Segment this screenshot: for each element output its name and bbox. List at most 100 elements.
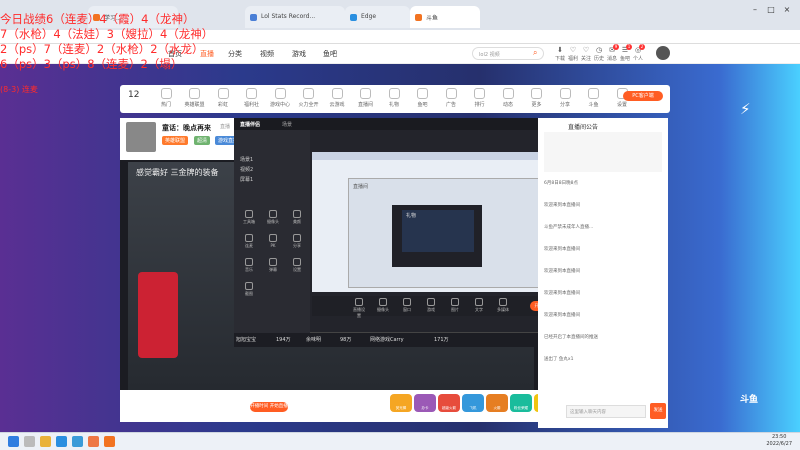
- gift-item[interactable]: 超级火箭: [438, 394, 460, 412]
- overlay-line: 2（ps）7（连麦）2（水枪）2（水龙）: [0, 42, 204, 56]
- download-icon[interactable]: ⬇ 下载: [553, 46, 567, 62]
- app-icon[interactable]: [72, 436, 83, 447]
- overlay-side-menu: 场景1 视频2 屏幕1 工具箱 摄像头 美颜连麦 PK 分享音乐 弹幕 设置截图: [234, 130, 310, 333]
- overlay-line: 今日战绩6（连麦）4（霞）4（龙神）: [0, 12, 195, 26]
- tool-icon: [293, 210, 301, 218]
- overlay-tool[interactable]: 弹幕: [266, 258, 280, 273]
- chat-input[interactable]: 这里输入聊天内容: [566, 405, 646, 418]
- promo-panel[interactable]: [138, 272, 178, 358]
- tool-label: 文字: [475, 307, 483, 312]
- overlay-bottom-tool[interactable]: 直播设置: [352, 298, 366, 319]
- maximize-icon[interactable]: □: [766, 6, 776, 14]
- gift-item[interactable]: 办卡: [414, 394, 436, 412]
- taskbar: 23:50 2022/6/27: [0, 432, 800, 450]
- category-item[interactable]: 直播间: [350, 88, 382, 108]
- chat-message: 欢迎来到本直播间: [544, 313, 580, 318]
- category-item[interactable]: 更多: [521, 88, 553, 108]
- clock: 23:50 2022/6/27: [766, 434, 792, 448]
- category-item[interactable]: 云游戏: [321, 88, 353, 108]
- tool-icon: [245, 234, 253, 242]
- category-item[interactable]: 动态: [492, 88, 524, 108]
- browser-tab-active[interactable]: 斗鱼: [410, 6, 480, 28]
- gift-label: 办卡: [421, 406, 429, 410]
- douyu-icon[interactable]: [104, 436, 115, 447]
- tool-icon: [293, 258, 301, 266]
- nav-yuba[interactable]: 鱼吧: [323, 49, 337, 59]
- search-icon[interactable]: ⌕: [533, 48, 537, 58]
- category-item[interactable]: 游戏中心: [264, 88, 296, 108]
- category-item[interactable]: 福利社: [236, 88, 268, 108]
- nav-games[interactable]: 游戏: [292, 49, 306, 59]
- start-icon[interactable]: [8, 436, 19, 447]
- category-item[interactable]: 斗鱼: [578, 88, 610, 108]
- douyu-logo: 斗鱼: [740, 395, 759, 405]
- yuba-icon[interactable]: ☰ 鱼吧 1: [618, 44, 632, 62]
- send-button[interactable]: 发送: [650, 403, 666, 419]
- browser-tab[interactable]: Lol Stats Record...: [245, 6, 345, 28]
- profile-badge: 2: [639, 44, 645, 50]
- overlay-tool[interactable]: 音乐: [242, 258, 256, 273]
- category-item[interactable]: 分享: [549, 88, 581, 108]
- gift-item[interactable]: 荧光棒: [390, 394, 412, 412]
- overlay-tool[interactable]: 连麦: [242, 234, 256, 249]
- follow-icon[interactable]: ♡ 关注: [579, 46, 593, 62]
- gift-hint[interactable]: 开播时间 开始直播: [250, 402, 288, 412]
- category-label: 更多: [531, 102, 542, 108]
- category-item[interactable]: 广告: [435, 88, 467, 108]
- edge-icon[interactable]: [56, 436, 67, 447]
- pc-client-button[interactable]: PC客户端: [623, 91, 663, 101]
- search-icon[interactable]: [24, 436, 35, 447]
- gift-item[interactable]: 粉丝荣耀: [510, 394, 532, 412]
- history-icon[interactable]: ◷ 历史: [592, 46, 606, 62]
- category-label: 分享: [559, 102, 570, 108]
- avatar[interactable]: [656, 46, 670, 60]
- category-item[interactable]: 鱼吧: [407, 88, 439, 108]
- minimize-icon[interactable]: –: [750, 6, 760, 14]
- overlay-tool[interactable]: PK: [266, 234, 280, 248]
- category-label: 设置: [616, 102, 627, 108]
- stat-name[interactable]: 旭旭宝宝: [236, 336, 256, 343]
- menu-item[interactable]: 屏幕1: [240, 176, 253, 183]
- overlay-tool[interactable]: 美颜: [290, 210, 304, 225]
- profile-icon[interactable]: ◎ 个人 2: [631, 44, 645, 62]
- overlay-bottom-tool[interactable]: 多媒体: [496, 298, 510, 313]
- overlay-app-title: 直播伴侣: [240, 122, 261, 128]
- menu-item[interactable]: 视频2: [240, 166, 253, 173]
- category-item[interactable]: 排行: [464, 88, 496, 108]
- category-icon: [274, 88, 286, 99]
- gift-item[interactable]: 火箭: [486, 394, 508, 412]
- gift-label: 荧光棒: [395, 406, 407, 410]
- tool-icon: [379, 298, 387, 306]
- category-item[interactable]: 火力全开: [293, 88, 325, 108]
- menu-item[interactable]: 场景1: [240, 156, 253, 163]
- category-icon: [331, 88, 343, 99]
- overlay-bottom-tool[interactable]: 图片: [448, 298, 462, 313]
- close-icon[interactable]: ×: [782, 6, 792, 14]
- browser-tab[interactable]: Edge: [345, 6, 410, 28]
- overlay-bottom-tool[interactable]: 文字: [472, 298, 486, 313]
- anchor-avatar[interactable]: [126, 122, 156, 152]
- overlay-bottom-tool[interactable]: 窗口: [400, 298, 414, 313]
- welfare-icon[interactable]: ♡ 福利: [566, 46, 580, 62]
- gift-item[interactable]: 飞机: [462, 394, 484, 412]
- folder-icon[interactable]: [40, 436, 51, 447]
- overlay-tool[interactable]: 截图: [242, 282, 256, 297]
- app-icon[interactable]: [88, 436, 99, 447]
- category-item[interactable]: 礼物: [378, 88, 410, 108]
- stat-name[interactable]: 余味明: [306, 336, 321, 343]
- category-label: 直播间: [357, 102, 373, 108]
- overlay-tool[interactable]: 分享: [290, 234, 304, 249]
- tool-icon: [499, 298, 507, 306]
- category-icon: [502, 88, 514, 99]
- overlay-bottom-tool[interactable]: 游戏: [424, 298, 438, 313]
- stat-name[interactable]: 网络游戏Carry: [370, 336, 404, 343]
- nav-video[interactable]: 视频: [260, 49, 274, 59]
- message-icon[interactable]: ✉ 消息 9: [605, 44, 619, 62]
- chat-message: 欢迎来到本直播间: [544, 247, 580, 252]
- overlay-tool[interactable]: 摄像头: [266, 210, 280, 225]
- overlay-tool[interactable]: 工具箱: [242, 210, 256, 225]
- overlay-tool[interactable]: 设置: [290, 258, 304, 273]
- tool-icon: [245, 210, 253, 218]
- overlay-bottom-tool[interactable]: 摄像头: [376, 298, 390, 313]
- tool-icon: [427, 298, 435, 306]
